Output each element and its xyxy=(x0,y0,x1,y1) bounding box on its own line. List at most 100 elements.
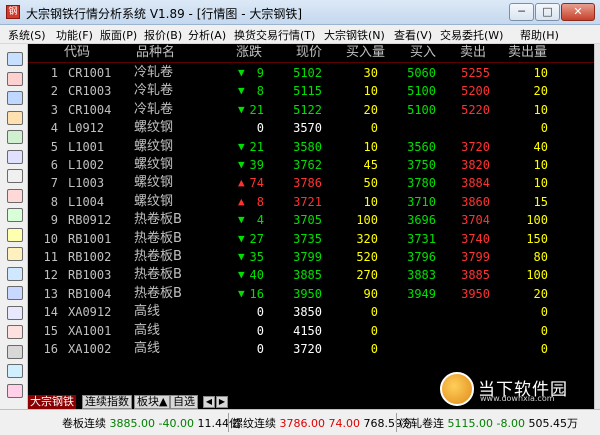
quote-row[interactable]: 13 RB1004 热卷板B ▼ 16 3950 90 3949 3950 20 xyxy=(28,285,594,303)
header-ask[interactable]: 卖出 xyxy=(460,44,486,62)
exit-icon[interactable] xyxy=(7,52,23,66)
row-index: 5 xyxy=(50,139,58,154)
window-title: 大宗钢铁行情分析系统 V1.89 - [行情图 - 大宗钢铁] xyxy=(26,7,303,21)
header-change[interactable]: 涨跌 xyxy=(236,44,262,62)
tab-scroll-left-button[interactable]: ◀ xyxy=(203,396,215,408)
memo-icon[interactable] xyxy=(7,247,23,261)
current-price: 5102 xyxy=(293,66,322,80)
menu-quote[interactable]: 报价(B) xyxy=(144,27,182,43)
quote-row[interactable]: 8 L1004 螺纹钢 ▲ 8 3721 10 3710 3860 15 xyxy=(28,193,594,211)
bid-price xyxy=(384,340,436,358)
line-chart-icon[interactable] xyxy=(7,169,23,183)
tab-sector[interactable]: 板块▲ xyxy=(134,395,171,409)
tools-icon[interactable] xyxy=(7,344,23,359)
quote-row[interactable]: 14 XA0912 高线 0 3850 0 0 xyxy=(28,303,594,321)
change-value: 39 xyxy=(249,158,264,172)
quote-row[interactable]: 7 L1003 螺纹钢 ▲ 74 3786 50 3780 3884 10 xyxy=(28,174,594,192)
header-ask-volume[interactable]: 卖出量 xyxy=(508,44,547,62)
quote-row[interactable]: 11 RB1002 热卷板B ▼ 35 3799 520 3796 3799 80 xyxy=(28,248,594,266)
header-name[interactable]: 品种名 xyxy=(136,44,175,62)
menu-system[interactable]: 系统(S) xyxy=(8,27,46,43)
quote-row[interactable]: 12 RB1003 热卷板B ▼ 40 3885 270 3883 3885 100 xyxy=(28,266,594,284)
ask-price: 3820 xyxy=(461,158,490,172)
tab-continuous[interactable]: 连续指数 xyxy=(82,395,132,409)
page-icon[interactable] xyxy=(7,130,23,144)
ask-volume: 0 xyxy=(540,342,548,356)
search-doc-icon[interactable] xyxy=(7,149,23,164)
tab-favorites[interactable]: 自选 xyxy=(170,395,198,409)
menu-steel[interactable]: 大宗钢铁(N) xyxy=(324,27,385,43)
header-bid-volume[interactable]: 买入量 xyxy=(346,44,385,62)
ask-price: 3950 xyxy=(461,286,490,301)
row-index: 9 xyxy=(50,213,58,228)
bar-chart-icon[interactable] xyxy=(7,208,23,222)
menu-help[interactable]: 帮助(H) xyxy=(520,27,559,43)
change-value: 8 xyxy=(256,84,264,99)
quote-row[interactable]: 15 XA1001 高线 0 4150 0 0 xyxy=(28,322,594,340)
menu-function[interactable]: 功能(F) xyxy=(56,27,93,43)
candle-chart-icon[interactable] xyxy=(7,188,23,203)
quote-row[interactable]: 1 CR1001 冷轧卷 ▼ 9 5102 30 5060 5255 10 xyxy=(28,64,594,82)
current-price: 3705 xyxy=(293,213,322,228)
ask-volume: 150 xyxy=(526,231,548,246)
menu-exchange[interactable]: 换货交易行情(T) xyxy=(234,27,315,43)
maximize-button[interactable]: □ xyxy=(535,3,560,21)
vertical-scrollbar[interactable] xyxy=(594,44,600,409)
menu-analysis[interactable]: 分析(A) xyxy=(188,27,226,43)
book-icon[interactable] xyxy=(7,383,23,398)
menu-layout[interactable]: 版面(P) xyxy=(100,27,137,43)
contract-code: L1001 xyxy=(68,139,105,154)
product-name: 高线 xyxy=(134,322,161,338)
status-ticker-2[interactable]: 螺纹连续 3786.00 74.00 768.59万 xyxy=(232,415,413,431)
header-price[interactable]: 现价 xyxy=(296,44,322,62)
product-name: 热卷板B xyxy=(134,212,182,228)
menu-trade[interactable]: 交易委托(W) xyxy=(440,27,503,43)
header-bid[interactable]: 买入 xyxy=(410,44,436,62)
ask-volume: 0 xyxy=(540,305,548,320)
row-index: 13 xyxy=(43,286,58,301)
quote-row[interactable]: 6 L1002 螺纹钢 ▼ 39 3762 45 3750 3820 10 xyxy=(28,156,594,174)
quote-row[interactable]: 3 CR1004 冷轧卷 ▼ 21 5122 20 5100 5220 10 xyxy=(28,101,594,119)
quote-table-icon[interactable] xyxy=(7,91,23,105)
left-toolbar xyxy=(0,44,28,409)
status-ticker-change: -40.00 xyxy=(158,417,194,430)
current-price: 3799 xyxy=(293,250,322,264)
tab-steel[interactable]: 大宗钢铁 xyxy=(28,395,76,409)
bid-volume: 270 xyxy=(356,268,378,283)
quote-row[interactable]: 9 RB0912 热卷板B ▼ 4 3705 100 3696 3704 100 xyxy=(28,211,594,229)
grid-icon[interactable] xyxy=(7,110,23,125)
change-value: 40 xyxy=(249,268,264,283)
minimize-button[interactable]: ─ xyxy=(509,3,534,21)
current-price: 3570 xyxy=(293,121,322,136)
ask-volume: 80 xyxy=(533,250,548,264)
note-icon[interactable] xyxy=(7,227,23,242)
tab-scroll-right-button[interactable]: ▶ xyxy=(216,396,228,408)
phone-icon[interactable] xyxy=(7,286,23,300)
contract-code: CR1001 xyxy=(68,66,112,80)
quote-row[interactable]: 5 L1001 螺纹钢 ▼ 21 3580 10 3560 3720 40 xyxy=(28,138,594,156)
download-icon[interactable] xyxy=(7,71,23,86)
row-index: 4 xyxy=(50,121,58,136)
draw-icon[interactable] xyxy=(7,325,23,339)
quote-row[interactable]: 2 CR1003 冷轧卷 ▼ 8 5115 10 5100 5200 20 xyxy=(28,82,594,100)
calendar-icon[interactable] xyxy=(7,305,23,320)
quote-row[interactable]: 4 L0912 螺纹钢 0 3570 0 0 xyxy=(28,119,594,137)
status-ticker-1[interactable]: 卷板连续 3885.00 -40.00 11.44亿 xyxy=(62,415,240,431)
current-price: 3720 xyxy=(293,342,322,356)
header-code[interactable]: 代码 xyxy=(64,44,90,62)
product-name: 螺纹钢 xyxy=(134,138,174,154)
close-button[interactable]: ✕ xyxy=(561,3,595,21)
quote-row[interactable]: 16 XA1002 高线 0 3720 0 0 xyxy=(28,340,594,358)
bid-volume: 10 xyxy=(363,194,378,209)
bid-price: 3949 xyxy=(407,286,436,301)
bid-volume: 90 xyxy=(363,286,378,301)
change-value: 21 xyxy=(249,139,264,154)
ask-price xyxy=(438,340,490,358)
info-icon[interactable] xyxy=(7,364,23,378)
quote-row[interactable]: 10 RB1001 热卷板B ▼ 27 3735 320 3731 3740 150 xyxy=(28,230,594,248)
menu-view[interactable]: 查看(V) xyxy=(394,27,432,43)
status-ticker-3[interactable]: 冷轧卷连 5115.00 -8.00 505.45万 xyxy=(400,415,578,431)
status-ticker-price: 3786.00 xyxy=(279,417,326,430)
mail-icon[interactable] xyxy=(7,266,23,281)
bid-price: 3710 xyxy=(407,194,436,209)
